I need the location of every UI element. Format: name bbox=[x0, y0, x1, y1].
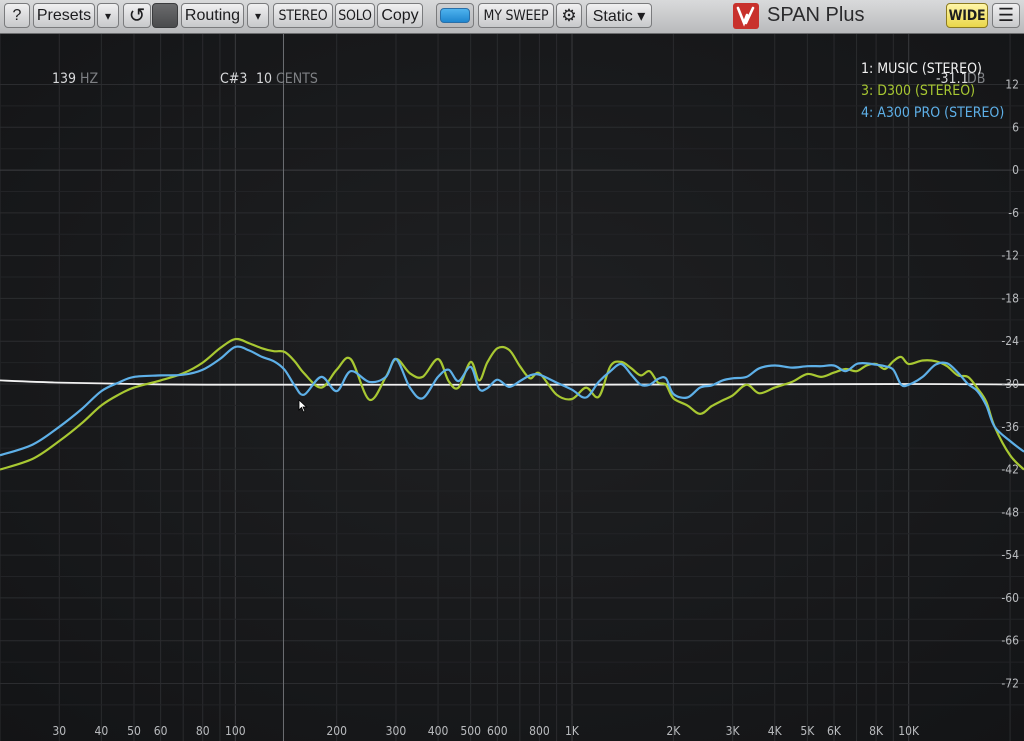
y-tick-label: -60 bbox=[1001, 591, 1019, 605]
x-tick-label: 2K bbox=[666, 724, 681, 738]
y-tick-label: -30 bbox=[1001, 377, 1019, 391]
x-tick-label: 50 bbox=[127, 724, 141, 738]
y-tick-label: -36 bbox=[1001, 420, 1019, 434]
x-tick-label: 6K bbox=[827, 724, 842, 738]
y-tick-label: -12 bbox=[1001, 249, 1019, 263]
x-tick-label: 500 bbox=[460, 724, 481, 738]
cents-unit: CENTS bbox=[276, 71, 318, 87]
legend-item-a300-pro[interactable]: 4: A300 PRO (STEREO) bbox=[861, 105, 1004, 121]
x-tick-label: 600 bbox=[487, 724, 508, 738]
x-tick-label: 4K bbox=[768, 724, 783, 738]
y-tick-label: -18 bbox=[1001, 291, 1019, 305]
x-tick-label: 300 bbox=[386, 724, 407, 738]
y-tick-label: -72 bbox=[1001, 676, 1019, 690]
y-tick-label: 12 bbox=[1005, 78, 1019, 92]
y-tick-label: 0 bbox=[1012, 163, 1019, 177]
y-tick-label: -24 bbox=[1001, 334, 1019, 348]
x-tick-label: 400 bbox=[428, 724, 449, 738]
x-tick-label: 30 bbox=[52, 724, 66, 738]
y-tick-label: -54 bbox=[1001, 548, 1019, 562]
graph-background bbox=[0, 34, 1024, 741]
x-tick-label: 80 bbox=[196, 724, 210, 738]
mouse-pointer-icon bbox=[298, 399, 308, 413]
freq-value: 139 bbox=[52, 71, 77, 87]
x-tick-label: 5K bbox=[800, 724, 815, 738]
legend-item-d300[interactable]: 3: D300 (STEREO) bbox=[861, 83, 975, 99]
freq-unit: HZ bbox=[80, 71, 99, 87]
cursor-readout: 139 HZ C#3 10 CENTS -31.1 DB bbox=[0, 34, 1024, 87]
cents-value: 10 bbox=[256, 71, 273, 87]
span-plus-window: ? Presets ▾ ↺ Routing ▾ STEREO SOLO Copy… bbox=[0, 0, 1024, 741]
legend-item-music[interactable]: 1: MUSIC (STEREO) bbox=[861, 61, 982, 77]
x-tick-label: 200 bbox=[326, 724, 347, 738]
x-tick-label: 3K bbox=[726, 724, 741, 738]
y-tick-label: -48 bbox=[1001, 505, 1019, 519]
x-tick-label: 60 bbox=[154, 724, 168, 738]
y-tick-label: -42 bbox=[1001, 463, 1019, 477]
x-tick-label: 100 bbox=[225, 724, 246, 738]
x-tick-label: 8K bbox=[869, 724, 884, 738]
x-tick-label: 10K bbox=[898, 724, 920, 738]
y-tick-label: -66 bbox=[1001, 634, 1019, 648]
x-tick-label: 40 bbox=[94, 724, 108, 738]
x-tick-label: 1K bbox=[565, 724, 580, 738]
note-value: C#3 bbox=[220, 71, 248, 87]
x-tick-label: 800 bbox=[529, 724, 550, 738]
y-tick-label: -6 bbox=[1008, 206, 1019, 220]
y-tick-label: 6 bbox=[1012, 120, 1019, 134]
